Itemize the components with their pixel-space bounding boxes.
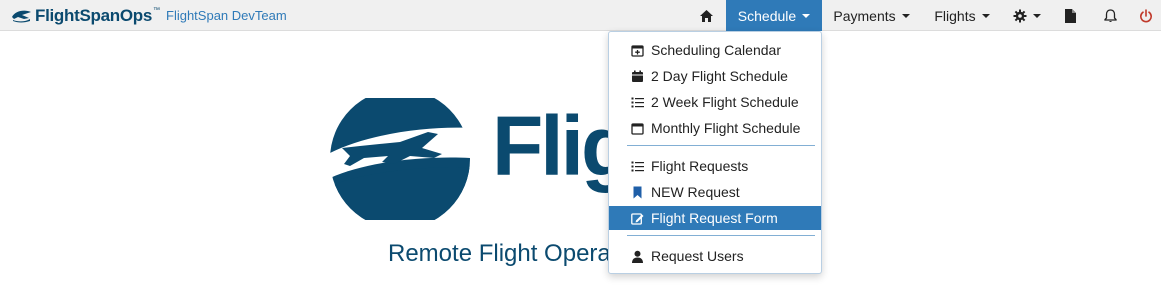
chevron-down-icon [981, 13, 990, 18]
menu-item-label: Scheduling Calendar [651, 42, 781, 58]
menu-item-scheduling-calendar[interactable]: Scheduling Calendar [609, 38, 821, 62]
trademark-mark: ™ [153, 7, 160, 14]
nav-flights-label: Flights [934, 7, 976, 24]
bookmark-icon [633, 186, 642, 198]
menu-item-label: 2 Week Flight Schedule [651, 94, 799, 110]
calendar-outline-icon [631, 122, 644, 135]
nav-settings[interactable] [1005, 0, 1049, 31]
nav-home[interactable] [692, 0, 720, 31]
flightspan-logo-mark [330, 98, 470, 220]
nav-schedule-label: Schedule [737, 7, 797, 24]
document-icon [1064, 8, 1076, 23]
menu-divider [627, 145, 815, 146]
menu-item-label: 2 Day Flight Schedule [651, 68, 788, 84]
bell-icon [1103, 8, 1117, 22]
list-icon [631, 97, 644, 107]
home-icon [699, 9, 713, 22]
plane-logo-icon [12, 10, 31, 22]
chevron-down-icon [901, 13, 910, 18]
chevron-down-icon [802, 13, 811, 18]
menu-item-label: NEW Request [651, 184, 740, 200]
hero-tagline: Remote Flight Opera [388, 240, 611, 267]
menu-item-label: Flight Request Form [651, 210, 778, 226]
team-name: FlightSpan DevTeam [166, 8, 287, 23]
menu-item-label: Request Users [651, 248, 744, 264]
nav-notifications[interactable] [1098, 0, 1122, 31]
menu-item-label: Monthly Flight Schedule [651, 120, 801, 136]
nav-payments-label: Payments [833, 7, 896, 24]
edit-icon [631, 212, 644, 225]
power-icon [1140, 8, 1152, 22]
list-icon [631, 161, 644, 171]
menu-item-request-users[interactable]: Request Users [609, 244, 821, 268]
menu-item-new-request[interactable]: NEW Request [609, 180, 821, 204]
brand-name: FlightSpanOps [35, 5, 152, 25]
nav-schedule[interactable]: Schedule [726, 0, 822, 31]
menu-item-flight-request-form[interactable]: Flight Request Form [609, 206, 821, 230]
menu-item-label: Flight Requests [651, 158, 749, 174]
gear-icon [1013, 9, 1027, 22]
calendar-filled-icon [632, 70, 643, 82]
menu-item-2-week-schedule[interactable]: 2 Week Flight Schedule [609, 90, 821, 114]
nav-logout[interactable] [1135, 0, 1157, 31]
menu-divider [627, 235, 815, 236]
menu-item-monthly-schedule[interactable]: Monthly Flight Schedule [609, 116, 821, 140]
nav-payments[interactable]: Payments [824, 0, 919, 31]
menu-item-flight-requests[interactable]: Flight Requests [609, 154, 821, 178]
user-icon [632, 250, 643, 263]
menu-item-2-day-schedule[interactable]: 2 Day Flight Schedule [609, 64, 821, 88]
nav-flights[interactable]: Flights [925, 0, 999, 31]
schedule-dropdown-menu: Scheduling Calendar 2 Day Flight Schedul… [608, 31, 822, 274]
top-navbar: FlightSpanOps ™ FlightSpan DevTeam Sched… [0, 0, 1161, 31]
nav-documents[interactable] [1059, 0, 1081, 31]
calendar-plus-icon [631, 44, 644, 57]
chevron-down-icon [1033, 13, 1041, 18]
brand[interactable]: FlightSpanOps ™ FlightSpan DevTeam [10, 0, 287, 31]
